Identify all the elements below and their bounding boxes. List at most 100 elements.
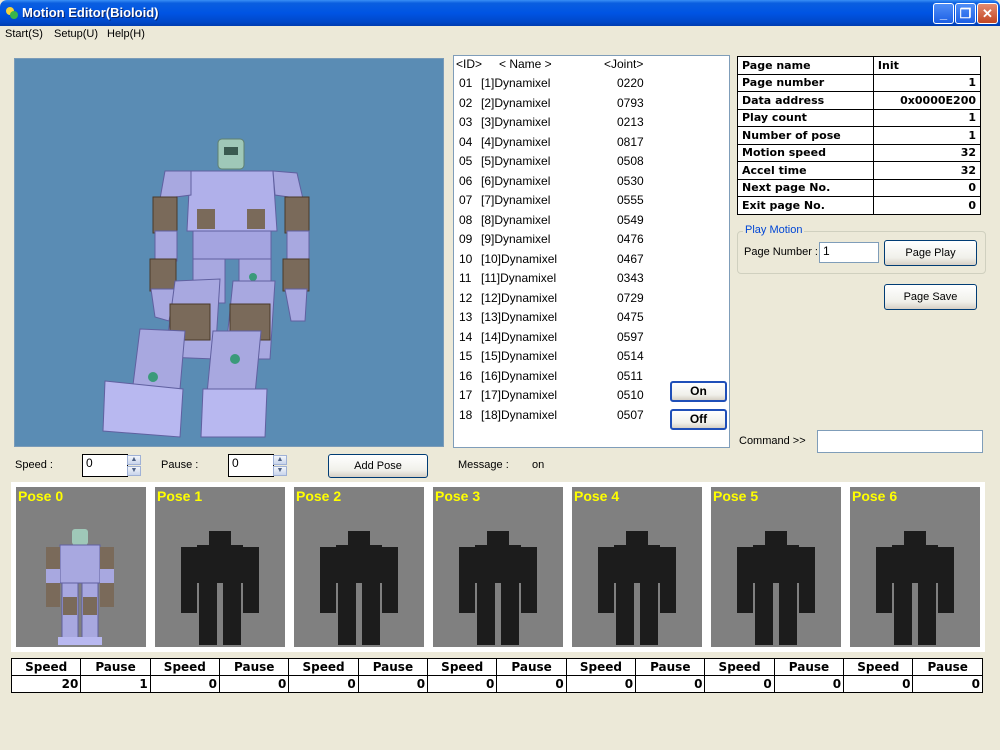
data-address-value[interactable]: 0x0000E200 xyxy=(872,91,982,110)
spin-down-icon[interactable]: ▼ xyxy=(273,466,287,476)
joint-row[interactable]: 08 [8]Dynamixel 0549 xyxy=(454,213,664,232)
add-pose-button[interactable]: Add Pose xyxy=(328,454,428,478)
pose-pause-value[interactable]: 0 xyxy=(635,675,706,693)
joint-row[interactable]: 17 [17]Dynamixel 0510 xyxy=(454,388,664,407)
joint-row[interactable]: 10 [10]Dynamixel 0467 xyxy=(454,252,664,271)
page-info-label: Exit page No. xyxy=(737,196,874,215)
play-count-value[interactable]: 1 xyxy=(872,108,982,127)
accel-time-value[interactable]: 32 xyxy=(872,161,982,180)
joint-row[interactable]: 09 [9]Dynamixel 0476 xyxy=(454,232,664,251)
page-name-value[interactable]: Init xyxy=(872,56,982,75)
joint-row[interactable]: 02 [2]Dynamixel 0793 xyxy=(454,96,664,115)
page-number-value[interactable]: 1 xyxy=(872,73,982,92)
spin-up-icon[interactable]: ▲ xyxy=(127,455,141,465)
pose-speed-value[interactable]: 0 xyxy=(288,675,359,693)
app-icon xyxy=(6,7,18,19)
joint-row[interactable]: 04 [4]Dynamixel 0817 xyxy=(454,135,664,154)
window-title: Motion Editor(Bioloid) xyxy=(22,5,159,20)
title-bar[interactable]: Motion Editor(Bioloid) _ ❐ ✕ xyxy=(0,0,1000,26)
joint-row[interactable]: 16 [16]Dynamixel 0511 xyxy=(454,369,664,388)
speed-pause-header-row: Speed Pause Speed Pause Speed Pause Speed Pa… xyxy=(10,658,983,676)
joint-row[interactable]: 18 [18]Dynamixel 0507 xyxy=(454,408,664,427)
menu-help[interactable]: Help(H) xyxy=(107,28,145,40)
joint-row[interactable]: 05 [5]Dynamixel 0508 xyxy=(454,154,664,173)
joint-row[interactable]: 12 [12]Dynamixel 0729 xyxy=(454,291,664,310)
joint-id: 09 xyxy=(459,232,473,246)
pose-pause-value[interactable]: 0 xyxy=(773,675,845,693)
joint-value: 0343 xyxy=(617,271,644,285)
page-play-button[interactable]: Page Play xyxy=(884,240,977,266)
pause-header: Pause xyxy=(357,658,429,676)
next-page-value[interactable]: 0 xyxy=(872,178,982,197)
page-save-button[interactable]: Page Save xyxy=(884,284,977,310)
pose-pause-value[interactable]: 1 xyxy=(80,675,151,693)
command-input[interactable] xyxy=(817,430,983,453)
pose-pause-value[interactable]: 0 xyxy=(496,675,567,693)
menu-setup[interactable]: Setup(U) xyxy=(54,28,98,40)
joint-name: [7]Dynamixel xyxy=(481,193,551,207)
speed-header: Speed xyxy=(843,658,914,676)
torque-on-button[interactable]: On xyxy=(670,381,727,402)
speed-input[interactable]: 0 xyxy=(82,454,128,477)
pose-thumbnail[interactable]: Pose 5 xyxy=(711,487,841,647)
joint-id: 03 xyxy=(459,115,473,129)
maximize-icon: ❐ xyxy=(959,6,972,21)
joint-row[interactable]: 06 [6]Dynamixel 0530 xyxy=(454,174,664,193)
play-motion-legend: Play Motion xyxy=(743,224,805,236)
pose-pause-value[interactable]: 0 xyxy=(912,675,983,693)
motion-speed-value[interactable]: 32 xyxy=(872,143,982,162)
number-of-pose-value[interactable]: 1 xyxy=(872,126,982,145)
joint-name: [15]Dynamixel xyxy=(481,349,558,363)
speed-spinner[interactable]: ▲ ▼ xyxy=(127,455,141,477)
pose-speed-value[interactable]: 0 xyxy=(149,675,221,693)
close-button[interactable]: ✕ xyxy=(977,3,998,24)
speed-header: Speed xyxy=(704,658,775,676)
page-info-row: Play count 1 xyxy=(737,108,982,127)
pose-thumbnail[interactable]: Pose 6 xyxy=(850,487,980,647)
joint-name: [2]Dynamixel xyxy=(481,95,551,110)
joint-list[interactable]: <ID> < Name > <Joint> 01 [1]Dynamixel 0220… xyxy=(453,55,730,448)
joint-row[interactable]: 15 [15]Dynamixel 0514 xyxy=(454,349,664,368)
pause-input[interactable]: 0 xyxy=(228,454,274,477)
joint-name: [4]Dynamixel xyxy=(481,134,551,149)
speed-header: Speed xyxy=(149,658,221,676)
pose-speed-value[interactable]: 0 xyxy=(427,675,498,693)
pose-thumbnail[interactable]: Pose 4 xyxy=(572,487,702,647)
page-info-row: Number of pose 1 xyxy=(737,126,982,145)
spin-up-icon[interactable]: ▲ xyxy=(273,455,287,465)
page-info-label: Accel time xyxy=(737,161,874,180)
pose-thumbnail[interactable]: Pose 1 xyxy=(155,487,285,647)
robot-3d-viewport[interactable] xyxy=(14,58,444,447)
spin-down-icon[interactable]: ▼ xyxy=(127,466,141,476)
pose-speed-value[interactable]: 0 xyxy=(565,675,637,693)
pause-header: Pause xyxy=(219,658,290,676)
maximize-button[interactable]: ❐ xyxy=(955,3,976,24)
pose-pause-value[interactable]: 0 xyxy=(219,675,290,693)
exit-page-value[interactable]: 0 xyxy=(872,196,982,215)
pose-thumbnail[interactable]: Pose 2 xyxy=(294,487,424,647)
pose-pause-value[interactable]: 0 xyxy=(357,675,429,693)
minimize-button[interactable]: _ xyxy=(933,3,954,24)
joint-id: 14 xyxy=(459,329,473,344)
pause-spinner[interactable]: ▲ ▼ xyxy=(273,455,287,477)
torque-off-button[interactable]: Off xyxy=(670,409,727,430)
joint-row[interactable]: 07 [7]Dynamixel 0555 xyxy=(454,193,664,212)
joint-id: 18 xyxy=(459,407,473,422)
speed-header: Speed xyxy=(565,658,637,676)
joint-value: 0530 xyxy=(617,173,644,188)
pose-thumbnail[interactable]: Pose 0 xyxy=(16,487,146,647)
pose-thumbnail[interactable]: Pose 3 xyxy=(433,487,563,647)
menu-start[interactable]: Start(S) xyxy=(5,28,43,40)
pose-speed-value[interactable]: 0 xyxy=(704,675,775,693)
pose-speed-value[interactable]: 0 xyxy=(843,675,914,693)
page-number-input[interactable]: 1 xyxy=(819,242,879,263)
joint-row[interactable]: 01 [1]Dynamixel 0220 xyxy=(454,76,664,95)
joint-row[interactable]: 14 [14]Dynamixel 0597 xyxy=(454,330,664,349)
joint-row[interactable]: 11 [11]Dynamixel 0343 xyxy=(454,271,664,290)
joint-id: 16 xyxy=(459,368,473,383)
pose-speed-value[interactable]: 20 xyxy=(10,675,82,693)
pose-label: Pose 5 xyxy=(713,488,759,504)
joint-value: 0467 xyxy=(617,251,644,266)
joint-row[interactable]: 03 [3]Dynamixel 0213 xyxy=(454,115,664,134)
joint-row[interactable]: 13 [13]Dynamixel 0475 xyxy=(454,310,664,329)
